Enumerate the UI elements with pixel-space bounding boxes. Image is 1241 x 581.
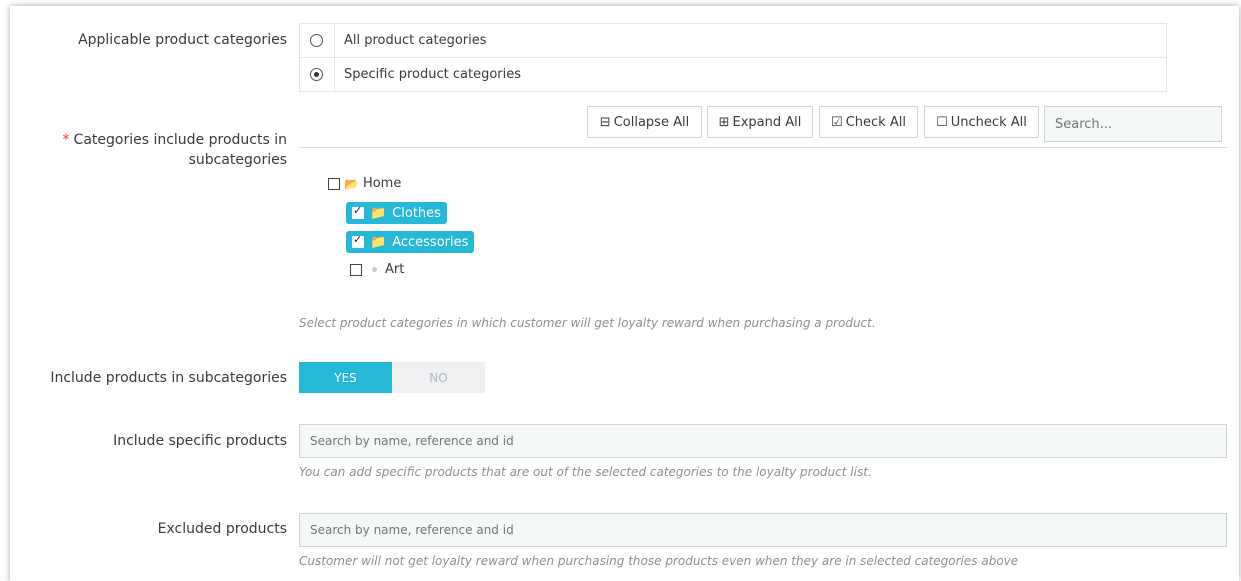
tree-node-art[interactable]: Art <box>350 262 404 277</box>
categories-label: * Categories include products in subcateg… <box>63 130 287 170</box>
leaf-dot-icon <box>372 267 377 272</box>
subcategories-switch-label: Include products in subcategories <box>50 370 287 386</box>
art-label[interactable]: Art <box>385 262 404 277</box>
include-specific-label: Include specific products <box>113 433 287 449</box>
radio-divider <box>334 24 335 57</box>
uncheck-all-button[interactable]: ☐ Uncheck All <box>924 106 1039 138</box>
clothes-checkbox[interactable] <box>352 204 364 219</box>
radio-all-categories-label[interactable]: All product categories <box>344 33 487 48</box>
expand-all-button[interactable]: ⊞ Expand All <box>707 106 813 138</box>
radio-all-categories-circle[interactable] <box>310 34 323 47</box>
folder-icon: 📁 <box>370 205 387 221</box>
include-specific-help: You can add specific products that are o… <box>299 465 872 479</box>
subcategories-toggle[interactable]: YES NO <box>299 362 485 393</box>
excluded-products-input[interactable] <box>299 513 1227 547</box>
collapse-icon: ⊟ <box>599 114 611 130</box>
tree-divider <box>299 147 1227 148</box>
accessories-label[interactable]: Accessories <box>392 235 468 250</box>
applicable-categories-label: Applicable product categories <box>78 32 287 48</box>
include-specific-input[interactable] <box>299 424 1227 458</box>
tree-node-accessories[interactable]: 📁 Accessories <box>346 231 475 253</box>
excluded-products-label: Excluded products <box>157 521 287 537</box>
check-all-button[interactable]: ☑ Check All <box>819 106 918 138</box>
radio-all-categories[interactable]: All product categories <box>300 24 1166 58</box>
uncheck-all-label: Uncheck All <box>950 114 1027 130</box>
folder-open-icon: 📂 <box>344 176 359 191</box>
radio-specific-categories[interactable]: Specific product categories <box>300 58 1166 91</box>
radio-specific-categories-label[interactable]: Specific product categories <box>344 67 521 82</box>
tree-node-clothes[interactable]: 📁 Clothes <box>346 202 447 224</box>
required-mark: * <box>62 132 70 148</box>
home-checkbox[interactable] <box>328 177 340 190</box>
categories-label-line2: subcategories <box>188 152 287 168</box>
folder-icon: 📁 <box>370 234 387 250</box>
home-label[interactable]: Home <box>363 176 401 191</box>
check-all-label: Check All <box>845 114 906 130</box>
empty-box-icon: ☐ <box>936 114 948 130</box>
art-checkbox[interactable] <box>350 263 362 276</box>
clothes-label[interactable]: Clothes <box>392 206 441 221</box>
applicable-categories-radio-group: All product categories Specific product … <box>299 23 1167 92</box>
checked-box-icon: ☑ <box>831 114 843 130</box>
accessories-selected-pill[interactable]: 📁 Accessories <box>346 231 475 253</box>
categories-label-line1: Categories include products in <box>73 132 287 148</box>
accessories-checkbox[interactable] <box>352 233 364 248</box>
loyalty-settings-panel: Applicable product categories All produc… <box>10 6 1239 581</box>
toggle-no[interactable]: NO <box>392 362 485 393</box>
collapse-all-button[interactable]: ⊟ Collapse All <box>587 106 702 138</box>
collapse-all-label: Collapse All <box>613 114 690 130</box>
expand-icon: ⊞ <box>718 114 730 130</box>
toggle-yes[interactable]: YES <box>299 362 392 393</box>
radio-divider <box>334 58 335 91</box>
clothes-selected-pill[interactable]: 📁 Clothes <box>346 202 447 224</box>
expand-all-label: Expand All <box>732 114 802 130</box>
category-search-input[interactable] <box>1044 106 1222 142</box>
categories-help-text: Select product categories in which custo… <box>299 316 876 330</box>
excluded-products-help: Customer will not get loyalty reward whe… <box>299 554 1019 568</box>
tree-node-home[interactable]: 📂 Home <box>328 176 401 191</box>
radio-specific-categories-circle[interactable] <box>310 68 323 81</box>
